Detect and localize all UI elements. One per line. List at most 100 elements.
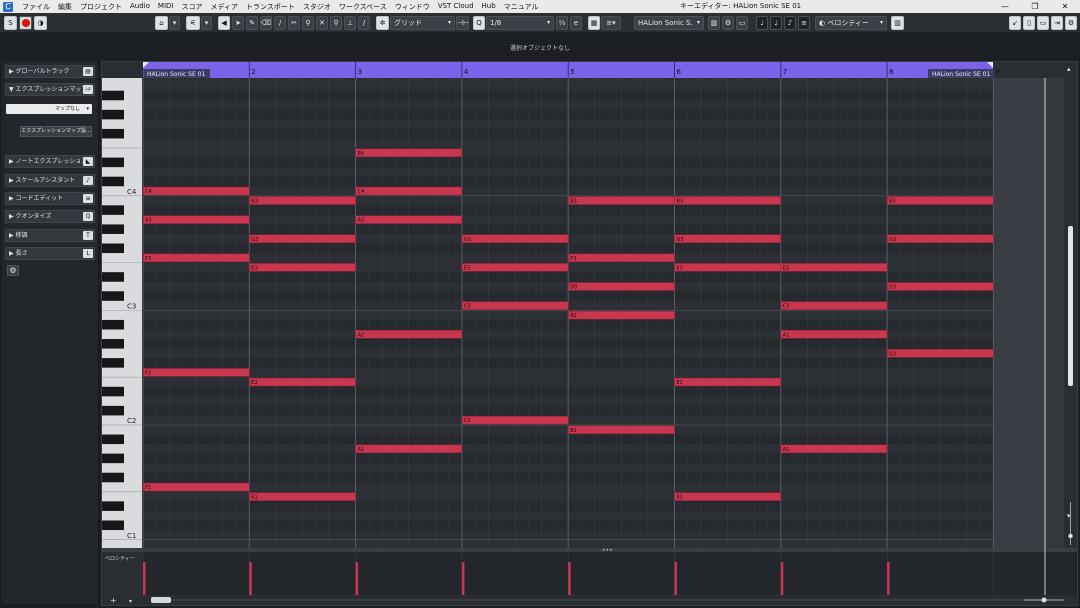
velocity-bar[interactable] (568, 562, 571, 595)
inspector-settings-button[interactable]: ⚙ (7, 265, 19, 276)
chord-button[interactable]: ▥ (708, 16, 720, 30)
midi-note[interactable] (249, 196, 356, 205)
acoustic-feedback-button[interactable]: ◑ (34, 16, 47, 30)
black-key[interactable] (102, 501, 124, 511)
midi-note[interactable] (249, 234, 356, 243)
midi-note[interactable] (355, 186, 463, 196)
expression-map-select[interactable]: マップなし ▾ (6, 104, 92, 114)
midi-note[interactable] (567, 196, 675, 205)
menu-item-4[interactable]: MIDI (154, 2, 178, 12)
midi-note[interactable] (461, 301, 569, 310)
menu-item-0[interactable]: ファイル (18, 2, 54, 12)
vertical-scroll-thumb[interactable] (1068, 226, 1073, 386)
scroll-up-icon[interactable]: ▴ (1067, 65, 1071, 73)
black-key[interactable] (102, 224, 124, 234)
object-selection-tool[interactable]: ➤ (232, 16, 244, 30)
black-key[interactable] (102, 453, 124, 464)
window-layout-button-3[interactable]: ▭ (1037, 16, 1049, 30)
info-dropdown-button[interactable]: ▾ (169, 16, 180, 30)
black-key[interactable] (102, 90, 124, 101)
lane-divider[interactable] (102, 548, 1077, 552)
add-lane-icon[interactable]: + (110, 596, 117, 605)
menu-item-6[interactable]: メディア (206, 2, 242, 12)
black-key[interactable] (102, 272, 124, 282)
velocity-bar[interactable] (143, 562, 146, 595)
line-tool[interactable]: ⊥ (344, 16, 356, 30)
midi-note[interactable] (780, 263, 888, 272)
section-note-expression[interactable]: ▶ ノートエクスプレッション ◣ (5, 155, 95, 168)
menu-item-3[interactable]: Audio (126, 2, 154, 12)
midi-note[interactable] (674, 234, 782, 243)
velocity-bar[interactable] (887, 562, 890, 595)
show-info-button[interactable]: ⌂ (155, 16, 168, 30)
zoom-tool[interactable]: ⚲ (330, 16, 342, 30)
section-quantize[interactable]: ▶ クオンタイズ Q (5, 210, 95, 223)
horizontal-scrollbar[interactable] (171, 599, 1051, 601)
solo-editor-button[interactable]: S (4, 16, 17, 30)
tool-modes-dropdown[interactable]: ▾ (201, 16, 212, 30)
midi-note[interactable] (355, 330, 463, 339)
restore-button[interactable]: ❐ (1020, 0, 1050, 13)
black-key[interactable] (102, 157, 124, 168)
midi-note[interactable] (355, 148, 463, 158)
velocity-bar[interactable] (355, 562, 359, 595)
midi-note[interactable] (886, 349, 994, 358)
note-length-button-1[interactable]: ♩ (756, 16, 768, 30)
window-layout-button-1[interactable]: ↙ (1009, 16, 1021, 30)
menu-item-12[interactable]: Hub (478, 2, 500, 12)
horizontal-zoom-handle[interactable] (1041, 597, 1047, 603)
velocity-bar[interactable] (674, 562, 678, 595)
black-key[interactable] (102, 109, 124, 120)
midi-note[interactable] (567, 310, 675, 320)
section-chord-editing[interactable]: ▶ コードエディット ≡ (5, 192, 95, 205)
midi-note[interactable] (142, 482, 250, 492)
black-key[interactable] (102, 128, 124, 139)
iterative-quantize-button[interactable]: ⊣⊢ (456, 16, 469, 30)
trim-tool[interactable]: / (274, 16, 286, 30)
midi-note[interactable] (142, 368, 250, 377)
black-key[interactable] (102, 405, 124, 416)
play-tool[interactable]: / (358, 16, 370, 30)
section-transpose[interactable]: ▶ 移調 T (5, 229, 95, 242)
menu-item-10[interactable]: ウィンドウ (391, 2, 434, 12)
black-key[interactable] (102, 291, 124, 301)
auto-quantize-button[interactable]: e (570, 16, 582, 30)
insert-velocity-button[interactable]: ≡▾ (601, 16, 621, 30)
vertical-zoom-handle[interactable] (1068, 533, 1073, 539)
keyboard-button[interactable]: ▥ (891, 16, 904, 30)
midi-note[interactable] (674, 196, 782, 205)
black-key[interactable] (102, 319, 124, 330)
black-key[interactable] (102, 339, 124, 349)
menu-item-7[interactable]: トランスポート (242, 2, 299, 12)
midi-note[interactable] (567, 425, 675, 434)
draw-tool[interactable]: ✎ (246, 16, 258, 30)
instrument-dropdown[interactable]: HALion Sonic S. ▾ (634, 16, 704, 30)
section-length[interactable]: ▶ 長さ L (5, 247, 95, 260)
midi-note[interactable] (674, 492, 782, 501)
menu-item-11[interactable]: VST Cloud (434, 2, 478, 12)
menu-item-13[interactable]: マニュアル (500, 2, 543, 12)
midi-note[interactable] (567, 253, 675, 263)
midi-note[interactable] (886, 196, 994, 205)
note-length-button-3[interactable]: ♪ (784, 16, 796, 30)
grid-type-dropdown[interactable]: グリッド ▾ (390, 16, 455, 30)
menu-item-2[interactable]: プロジェクト (76, 2, 126, 12)
note-length-button-2[interactable]: ♩ (770, 16, 782, 30)
horizontal-scroll-thumb[interactable] (151, 597, 171, 603)
length-quantize-button[interactable]: ⅓ (556, 16, 568, 30)
midi-note[interactable] (142, 253, 250, 263)
midi-note[interactable] (249, 492, 356, 501)
mute-tool[interactable]: ✕ (316, 16, 328, 30)
settings-button[interactable]: ⚙ (1065, 16, 1077, 30)
expression-map-setup-button[interactable]: エクスプレッションマップ設... (20, 126, 92, 137)
section-global-tracks[interactable]: ▶ グローバルトラック ▤ (5, 65, 95, 78)
step-input-button[interactable]: ▦ (588, 16, 600, 30)
menu-item-1[interactable]: 編集 (54, 2, 76, 12)
note-display[interactable]: 2 3 4 5 6 7 8 9 HALion Sonic SE 01 HALion Sonic S… (102, 62, 1077, 605)
black-key[interactable] (102, 358, 124, 368)
minimize-button[interactable]: — (990, 0, 1020, 13)
midi-note[interactable] (780, 444, 888, 454)
velocity-bar[interactable] (780, 562, 784, 595)
record-in-editor-button[interactable] (19, 16, 32, 30)
black-key[interactable] (102, 243, 124, 254)
